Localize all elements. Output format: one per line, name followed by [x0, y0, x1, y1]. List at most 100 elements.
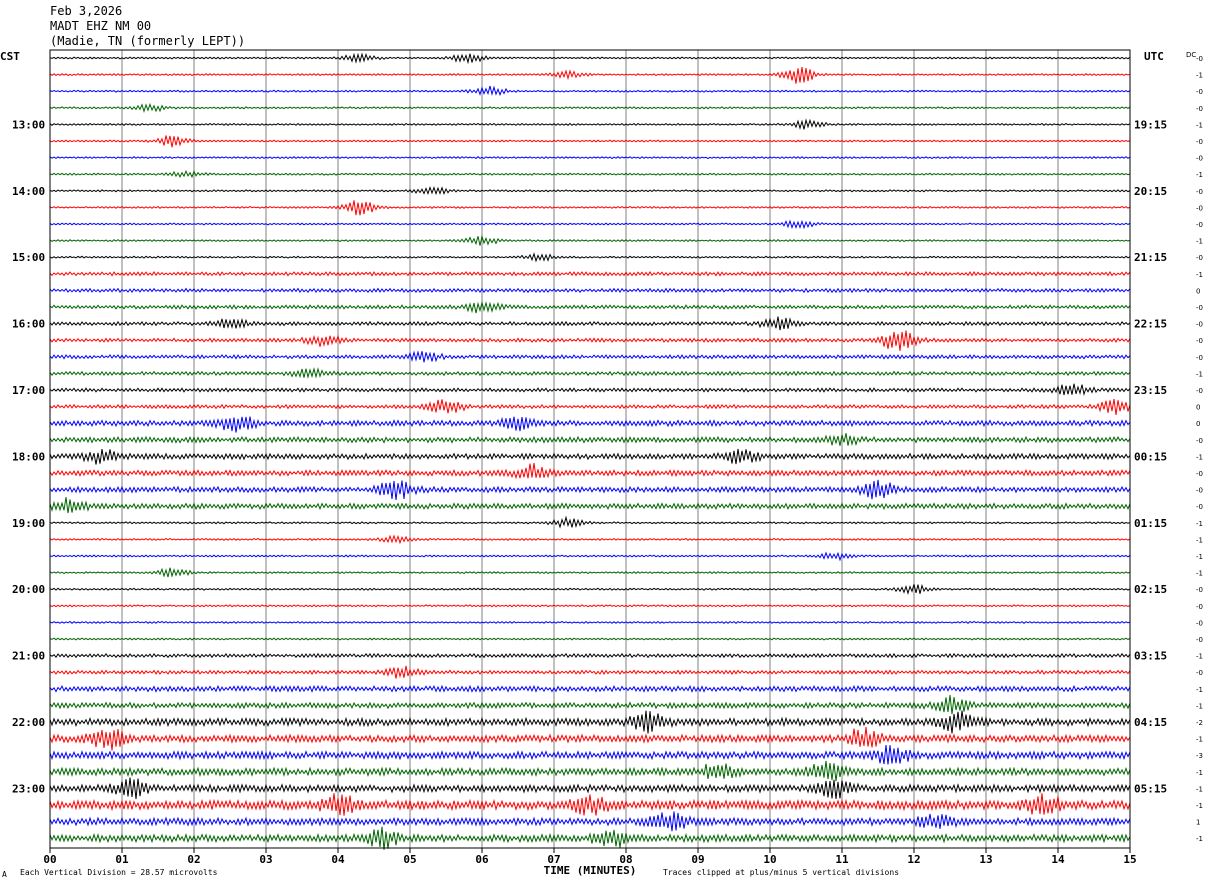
dc-offset-value: -1 — [1196, 736, 1203, 744]
helicorder-display: Feb 3,2026 MADT EHZ NM 00 (Madie, TN (fo… — [0, 0, 1210, 886]
dc-offset-value: -1 — [1196, 171, 1203, 179]
dc-offset-value: -0 — [1196, 304, 1203, 312]
dc-offset-value: -0 — [1196, 470, 1203, 478]
utc-hour-label: 21:15 — [1134, 251, 1167, 264]
dc-offset-value: -0 — [1196, 321, 1203, 329]
cst-hour-label: 19:00 — [12, 517, 45, 530]
dc-offset-value: -0 — [1196, 354, 1203, 362]
x-tick-label: 09 — [691, 853, 704, 866]
utc-hour-label: 03:15 — [1134, 650, 1167, 663]
utc-hour-label: 22:15 — [1134, 318, 1167, 331]
dc-offset-value: -1 — [1196, 271, 1203, 279]
seismic-trace — [49, 462, 1131, 480]
dc-offset-value: -0 — [1196, 586, 1203, 594]
dc-offset-value: -1 — [1196, 653, 1203, 661]
x-tick-label: 14 — [1051, 853, 1065, 866]
seismic-trace — [49, 448, 1131, 465]
seismic-trace — [49, 185, 1131, 196]
seismic-trace — [49, 330, 1131, 352]
utc-hour-label: 04:15 — [1134, 716, 1167, 729]
x-tick-label: 04 — [331, 853, 345, 866]
dc-offset-value: -1 — [1196, 72, 1203, 80]
cst-hour-label: 22:00 — [12, 716, 45, 729]
seismic-trace — [49, 200, 1131, 216]
seismic-trace — [49, 710, 1131, 734]
seismic-trace — [49, 252, 1131, 263]
dc-label: DC — [1186, 51, 1196, 59]
dc-offset-value: 0 — [1196, 420, 1200, 428]
x-tick-label: 01 — [115, 853, 129, 866]
x-tick-label: 03 — [259, 853, 272, 866]
cst-hour-label: 21:00 — [12, 650, 45, 663]
seismic-trace — [49, 416, 1131, 433]
dc-offset-value: -0 — [1196, 487, 1203, 495]
scale-note: Each Vertical Division = 28.57 microvolt… — [20, 868, 218, 877]
cst-hour-label: 17:00 — [12, 384, 45, 397]
x-axis-title: TIME (MINUTES) — [544, 864, 637, 877]
seismic-trace — [49, 156, 1131, 160]
x-tick-label: 05 — [403, 853, 416, 866]
seismic-trace — [49, 102, 1131, 113]
grid-lines — [121, 50, 1059, 848]
x-tick-label: 13 — [979, 853, 992, 866]
trace-lines — [49, 52, 1131, 850]
corner-mark: A — [2, 870, 7, 879]
seismic-trace — [49, 760, 1131, 782]
dc-offset-value: -1 — [1196, 570, 1203, 578]
seismic-trace — [49, 567, 1131, 578]
seismic-trace — [49, 271, 1131, 277]
seismic-trace — [49, 811, 1131, 832]
dc-offset-value: -1 — [1196, 370, 1203, 378]
utc-hour-label: 23:15 — [1134, 384, 1167, 397]
dc-offset-value: -0 — [1196, 155, 1203, 163]
dc-offset-value: -0 — [1196, 105, 1203, 113]
seismic-trace — [49, 726, 1131, 751]
seismic-trace — [49, 135, 1131, 148]
dc-offset-value: -0 — [1196, 337, 1203, 345]
dc-offset-value: -0 — [1196, 669, 1203, 677]
seismic-trace — [49, 383, 1131, 396]
dc-offset-value: -1 — [1196, 553, 1203, 561]
seismic-trace — [49, 744, 1131, 765]
dc-offset-value: 1 — [1196, 819, 1200, 827]
dc-offset-value: -0 — [1196, 254, 1203, 262]
dc-offset-value: -1 — [1196, 520, 1203, 528]
dc-offset-value: -1 — [1196, 536, 1203, 544]
seismic-trace — [49, 350, 1131, 363]
seismic-trace — [49, 604, 1131, 608]
seismic-trace — [49, 169, 1131, 179]
dc-offset-value: -2 — [1196, 719, 1203, 727]
seismic-trace — [49, 583, 1131, 596]
seismic-trace — [49, 85, 1131, 97]
seismic-trace — [49, 551, 1131, 562]
dc-offset-value: -1 — [1196, 785, 1203, 793]
x-tick-label: 00 — [43, 853, 56, 866]
dc-offset-value: -1 — [1196, 238, 1203, 246]
dc-offset-value: -0 — [1196, 221, 1203, 229]
seismic-trace — [49, 665, 1131, 679]
x-tick-label: 06 — [475, 853, 489, 866]
utc-hour-label: 00:15 — [1134, 450, 1167, 463]
dc-offset-value: 0 — [1196, 287, 1200, 295]
dc-offset-value: -1 — [1196, 835, 1203, 843]
x-tick-label: 10 — [763, 853, 776, 866]
dc-offset-value: -1 — [1196, 802, 1203, 810]
cst-hour-label: 20:00 — [12, 583, 45, 596]
dc-offset-value: -1 — [1196, 702, 1203, 710]
dc-offset-value: -0 — [1196, 603, 1203, 611]
dc-offset-value: -1 — [1196, 121, 1203, 129]
seismic-trace — [49, 67, 1131, 84]
seismic-trace — [49, 118, 1131, 130]
x-tick-label: 02 — [187, 853, 200, 866]
seismic-trace — [49, 695, 1131, 715]
cst-hour-label: 16:00 — [12, 318, 45, 331]
utc-hour-label: 05:15 — [1134, 782, 1167, 795]
seismic-trace — [49, 433, 1131, 447]
cst-hour-label: 15:00 — [12, 251, 45, 264]
seismic-trace — [49, 515, 1131, 529]
utc-axis-label: UTC — [1144, 50, 1164, 63]
dc-offset-value: -3 — [1196, 752, 1203, 760]
dc-offset-value: -0 — [1196, 138, 1203, 146]
dc-offset-value: -0 — [1196, 387, 1203, 395]
dc-offset-value: -0 — [1196, 88, 1203, 96]
